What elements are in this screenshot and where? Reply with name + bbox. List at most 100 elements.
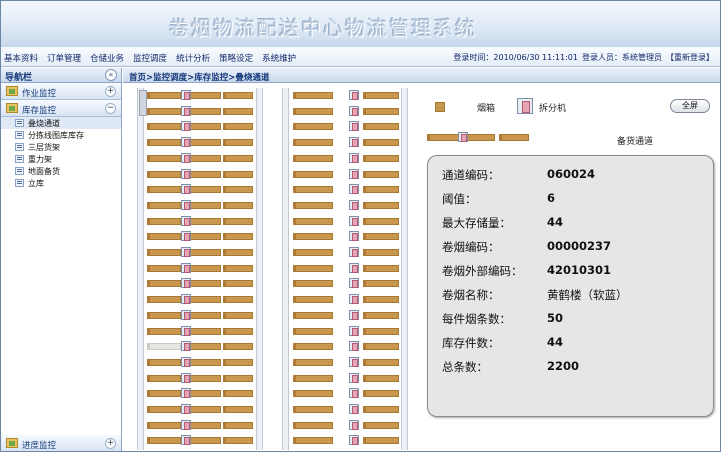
carton-slot bbox=[223, 359, 253, 366]
channel-end-marker bbox=[139, 90, 147, 116]
carton-slot bbox=[363, 406, 399, 413]
list-icon bbox=[15, 131, 24, 139]
menu-system[interactable]: 系统维护 bbox=[262, 52, 296, 64]
carton-slot bbox=[363, 422, 399, 429]
group-stock-monitor[interactable]: 库存监控 − bbox=[1, 100, 121, 117]
menu-warehouse[interactable]: 仓储业务 bbox=[90, 52, 124, 64]
sidebar-title: 导航栏 bbox=[5, 73, 33, 83]
carton-slot bbox=[293, 92, 333, 99]
info-row: 库存件数： 44 bbox=[442, 335, 563, 351]
carton-slot bbox=[293, 233, 333, 240]
collapse-sidebar-button[interactable]: « bbox=[105, 69, 117, 81]
carton-slot bbox=[293, 171, 333, 178]
splitter-icon bbox=[517, 98, 533, 114]
menu-orders[interactable]: 订单管理 bbox=[47, 52, 81, 64]
carton-slot bbox=[187, 218, 221, 225]
carton-slot bbox=[223, 265, 253, 272]
menu-basic-data[interactable]: 基本资料 bbox=[4, 52, 38, 64]
info-key: 卷烟名称： bbox=[442, 288, 500, 302]
carton-slot bbox=[223, 108, 253, 115]
carton-slot bbox=[147, 233, 181, 240]
carton-slot bbox=[223, 202, 253, 209]
carton-slot bbox=[147, 437, 181, 444]
info-row: 最大存储量： 44 bbox=[442, 215, 563, 231]
carton-slot bbox=[187, 437, 221, 444]
relogin-link[interactable]: 【重新登录】 bbox=[666, 52, 714, 63]
carton-slot bbox=[187, 123, 221, 130]
sidebar-item-gravity-rack[interactable]: 重力架 bbox=[1, 153, 121, 165]
carton-slot bbox=[293, 312, 333, 319]
splitter-marker bbox=[181, 310, 191, 320]
carton-slot bbox=[223, 343, 253, 350]
group-job-monitor[interactable]: 作业监控 + bbox=[1, 83, 121, 100]
carton-slot bbox=[363, 92, 399, 99]
splitter-marker bbox=[181, 420, 191, 430]
carton-slot bbox=[363, 280, 399, 287]
carton-slot bbox=[187, 328, 221, 335]
carton-slot bbox=[187, 186, 221, 193]
carton-slot bbox=[187, 249, 221, 256]
carton-slot bbox=[147, 296, 181, 303]
splitter-marker bbox=[349, 200, 359, 210]
carton-slot bbox=[363, 108, 399, 115]
splitter-marker bbox=[349, 153, 359, 163]
splitter-marker bbox=[181, 263, 191, 273]
list-icon bbox=[15, 119, 24, 127]
carton-slot bbox=[293, 390, 333, 397]
collapse-icon[interactable]: − bbox=[105, 103, 116, 114]
rack-pillar bbox=[401, 88, 408, 450]
carton-slot bbox=[293, 375, 333, 382]
splitter-marker bbox=[349, 90, 359, 100]
carton-slot bbox=[363, 233, 399, 240]
sidebar-item-stacking-channel[interactable]: 叠烧通道 bbox=[1, 117, 121, 129]
splitter-marker bbox=[349, 216, 359, 226]
list-icon bbox=[15, 155, 24, 163]
login-user: 登录人员：系统管理员 bbox=[582, 53, 662, 62]
carton-slot bbox=[293, 123, 333, 130]
menu-bar: 基本资料 订单管理 仓储业务 监控调度 统计分析 策略设定 系统维护 登录时间：… bbox=[1, 47, 720, 67]
carton-slot bbox=[293, 265, 333, 272]
splitter-marker bbox=[349, 278, 359, 288]
carton-slot bbox=[293, 218, 333, 225]
sidebar-item-three-layer-shelf[interactable]: 三层货架 bbox=[1, 141, 121, 153]
expand-icon[interactable]: + bbox=[105, 438, 116, 449]
carton-slot bbox=[147, 92, 181, 99]
sidebar-item-sorting-line-stock[interactable]: 分拣线图库库存 bbox=[1, 129, 121, 141]
fullscreen-button[interactable]: 全屏 bbox=[670, 99, 710, 113]
carton-slot bbox=[187, 375, 221, 382]
sidebar-item-label: 三层货架 bbox=[28, 143, 60, 152]
carton-slot bbox=[223, 123, 253, 130]
carton-slot bbox=[147, 343, 181, 350]
carton-slot bbox=[187, 139, 221, 146]
splitter-marker bbox=[181, 294, 191, 304]
carton-slot bbox=[293, 280, 333, 287]
sidebar-item-automated-warehouse[interactable]: 立库 bbox=[1, 177, 121, 189]
sidebar-item-floor-stock[interactable]: 地面备货 bbox=[1, 165, 121, 177]
menu-strategy[interactable]: 策略设定 bbox=[219, 52, 253, 64]
carton-slot bbox=[187, 171, 221, 178]
splitter-marker bbox=[181, 341, 191, 351]
carton-slot bbox=[363, 390, 399, 397]
splitter-marker bbox=[349, 137, 359, 147]
expand-icon[interactable]: + bbox=[105, 86, 116, 97]
info-key: 卷烟外部编码： bbox=[442, 264, 523, 278]
carton-slot bbox=[187, 155, 221, 162]
info-key: 库存件数： bbox=[442, 336, 500, 350]
group-progress-monitor[interactable]: 进度监控 + bbox=[1, 435, 121, 451]
menu-monitor-dispatch[interactable]: 监控调度 bbox=[133, 52, 167, 64]
info-key: 总条数： bbox=[442, 360, 488, 374]
carton-slot bbox=[147, 123, 181, 130]
carton-slot bbox=[223, 186, 253, 193]
sidebar: 导航栏 « 作业监控 + 库存监控 − 叠烧通道 分拣线图库库存 三层货架 重力… bbox=[1, 68, 122, 451]
carton-slot bbox=[363, 249, 399, 256]
menu-statistics[interactable]: 统计分析 bbox=[176, 52, 210, 64]
carton-slot bbox=[363, 312, 399, 319]
carton-slot bbox=[187, 312, 221, 319]
breadcrumb: 首页>监控调度>库存监控>叠烧通道 bbox=[123, 68, 720, 83]
app-banner: 卷烟物流配送中心物流管理系统 bbox=[1, 1, 720, 47]
info-row: 阈值： 6 bbox=[442, 191, 555, 207]
rack-pillar bbox=[256, 88, 263, 450]
info-key: 每件烟条数： bbox=[442, 312, 511, 326]
info-key: 卷烟编码： bbox=[442, 240, 500, 254]
carton-slot bbox=[363, 123, 399, 130]
